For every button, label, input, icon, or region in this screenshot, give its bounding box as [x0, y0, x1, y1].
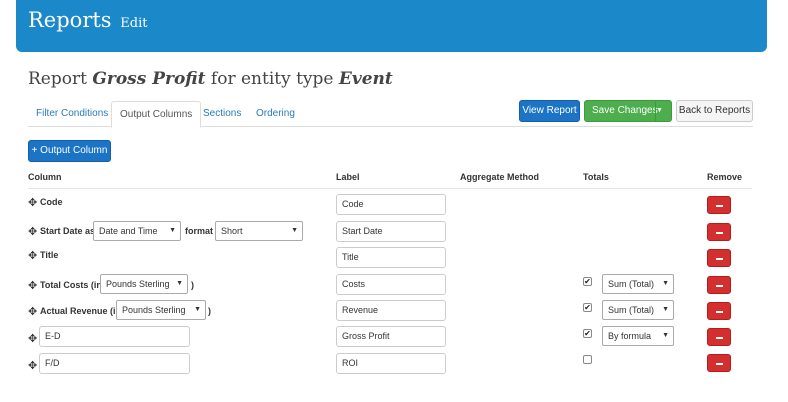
- back-to-reports-button[interactable]: Back to Reports: [676, 100, 753, 122]
- save-changes-label: Save Changes: [592, 105, 658, 116]
- report-name: Gross Profit: [92, 69, 206, 89]
- date-type-select[interactable]: Date and Time ▼: [93, 221, 181, 241]
- entity-type: Event: [338, 69, 393, 89]
- caret-down-icon: ▼: [194, 306, 201, 313]
- table-row: ✥ E-D Gross Profit ✔ By formula ▼: [28, 326, 752, 352]
- minus-icon: [716, 363, 723, 365]
- row-label: Actual Revenue (in: [40, 306, 122, 316]
- select-value: Sum (Total): [608, 305, 655, 315]
- edit-label: Edit: [120, 16, 148, 31]
- caret-down-icon: ▼: [662, 306, 669, 313]
- caret-down-icon: ▼: [291, 227, 298, 234]
- row-label: Total Costs (in: [40, 280, 102, 290]
- formula-input[interactable]: E-D: [39, 326, 190, 347]
- remove-button[interactable]: [707, 276, 731, 294]
- label-input[interactable]: Costs: [336, 274, 446, 295]
- minus-icon: [716, 311, 723, 313]
- minus-icon: [716, 258, 723, 260]
- row-label: Title: [40, 250, 59, 260]
- totals-checkbox[interactable]: [583, 355, 592, 364]
- move-icon[interactable]: ✥: [28, 249, 37, 262]
- table-row: ✥ Actual Revenue (in Pounds Sterling ▼ ) …: [28, 300, 752, 326]
- formula-input[interactable]: F/D: [39, 353, 190, 374]
- page-title: Report Gross Profit for entity type Even…: [28, 69, 393, 89]
- label-input[interactable]: Code: [336, 194, 446, 215]
- heading-prefix: Report: [28, 69, 87, 89]
- totals-header: Totals: [583, 172, 609, 182]
- caret-down-icon: ▼: [169, 227, 176, 234]
- heading-middle: for entity type: [210, 69, 334, 89]
- remove-header: Remove: [707, 172, 743, 182]
- caret-down-icon[interactable]: ▼: [655, 101, 671, 121]
- currency-select[interactable]: Pounds Sterling ▼: [116, 300, 206, 320]
- table-row: ✥ Code Code: [28, 194, 752, 220]
- header-divider: [28, 188, 752, 189]
- header-banner: Reports Edit: [16, 0, 767, 52]
- row-label: Start Date as: [40, 226, 96, 236]
- select-value: Sum (Total): [608, 279, 655, 289]
- minus-icon: [716, 285, 723, 287]
- select-value: Pounds Sterling: [122, 305, 186, 315]
- paren-close: ): [191, 280, 194, 290]
- table-row: ✥ Total Costs (in Pounds Sterling ▼ ) Cos…: [28, 274, 752, 300]
- caret-down-icon: ▼: [662, 332, 669, 339]
- add-output-column-button[interactable]: + Output Column: [28, 140, 111, 162]
- paren-close: ): [208, 306, 211, 316]
- remove-button[interactable]: [707, 328, 731, 346]
- select-value: Short: [221, 226, 243, 236]
- label-input[interactable]: ROI: [336, 353, 446, 374]
- aggregate-select[interactable]: Sum (Total) ▼: [602, 274, 674, 294]
- select-value: Date and Time: [99, 226, 158, 236]
- label-input[interactable]: Revenue: [336, 300, 446, 321]
- label-header: Label: [336, 172, 360, 182]
- move-icon[interactable]: ✥: [28, 279, 37, 292]
- label-input[interactable]: Title: [336, 247, 446, 268]
- totals-checkbox[interactable]: ✔: [583, 303, 592, 312]
- totals-checkbox[interactable]: ✔: [583, 329, 592, 338]
- table-row: ✥ F/D ROI: [28, 353, 752, 379]
- move-icon[interactable]: ✥: [28, 196, 37, 209]
- move-icon[interactable]: ✥: [28, 225, 37, 238]
- label-input[interactable]: Gross Profit: [336, 326, 446, 347]
- remove-button[interactable]: [707, 223, 731, 241]
- tab-sections[interactable]: Sections: [195, 101, 249, 127]
- save-changes-button[interactable]: Save Changes ▼: [584, 100, 672, 122]
- totals-checkbox[interactable]: ✔: [583, 277, 592, 286]
- caret-down-icon: ▼: [176, 280, 183, 287]
- label-input[interactable]: Start Date: [336, 221, 446, 242]
- minus-icon: [716, 205, 723, 207]
- remove-button[interactable]: [707, 196, 731, 214]
- currency-select[interactable]: Pounds Sterling ▼: [100, 274, 188, 294]
- move-icon[interactable]: ✥: [28, 305, 37, 318]
- title-text: Reports: [28, 8, 112, 32]
- minus-icon: [716, 232, 723, 234]
- aggregate-method-header: Aggregate Method: [460, 172, 540, 182]
- remove-button[interactable]: [707, 302, 731, 320]
- select-value: By formula: [608, 331, 652, 341]
- aggregate-select[interactable]: By formula ▼: [602, 326, 674, 346]
- row-label: Code: [40, 197, 63, 207]
- table-row: ✥ Start Date as Date and Time ▼ format Sh…: [28, 221, 752, 247]
- aggregate-select[interactable]: Sum (Total) ▼: [602, 300, 674, 320]
- minus-icon: [716, 337, 723, 339]
- move-icon[interactable]: ✥: [28, 332, 37, 345]
- caret-down-icon: ▼: [662, 280, 669, 287]
- select-value: Pounds Sterling: [106, 279, 170, 289]
- tab-output-columns[interactable]: Output Columns: [111, 101, 202, 128]
- format-label: format: [185, 226, 214, 236]
- view-report-button[interactable]: View Report: [519, 100, 580, 122]
- remove-button[interactable]: [707, 354, 731, 372]
- format-select[interactable]: Short ▼: [215, 221, 303, 241]
- tab-filter-conditions[interactable]: Filter Conditions: [28, 101, 116, 127]
- table-row: ✥ Title Title: [28, 247, 752, 273]
- app-title: Reports Edit: [28, 8, 147, 32]
- column-header: Column: [28, 172, 62, 182]
- remove-button[interactable]: [707, 249, 731, 267]
- tab-ordering[interactable]: Ordering: [248, 101, 303, 127]
- move-icon[interactable]: ✥: [28, 359, 37, 372]
